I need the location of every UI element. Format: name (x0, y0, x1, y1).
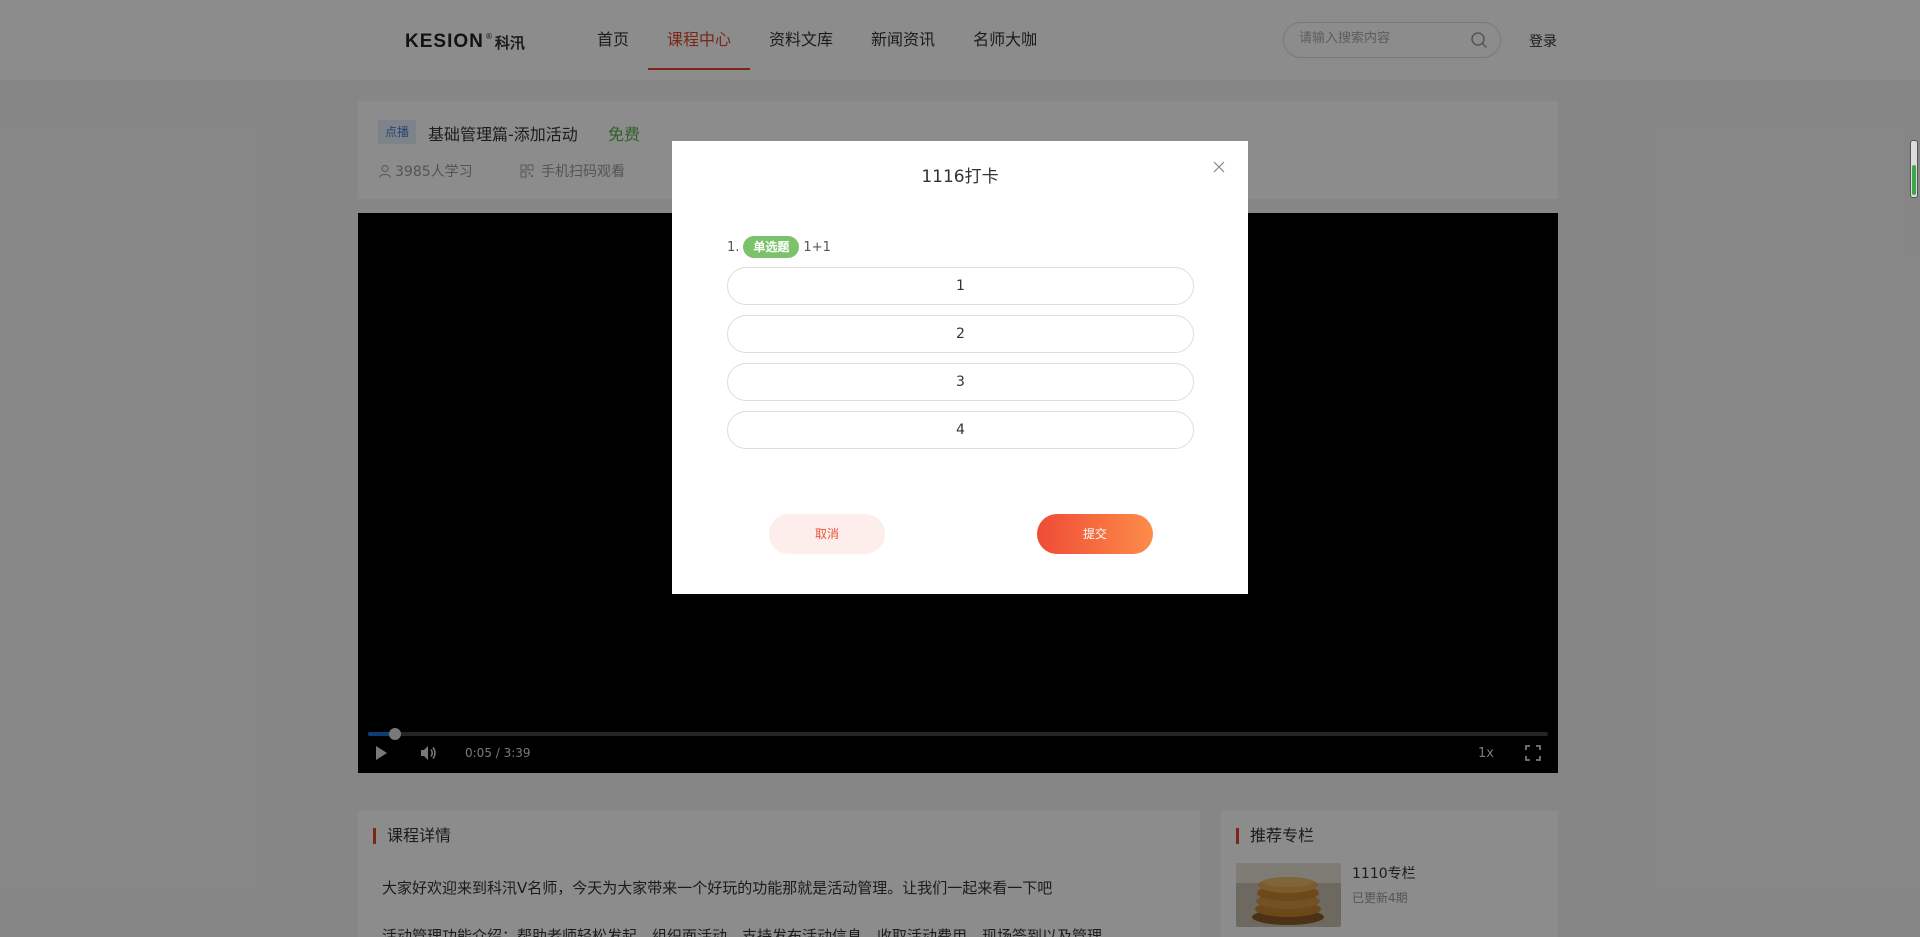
answer-option-4[interactable]: 4 (727, 411, 1194, 449)
modal-title: 1116打卡 (921, 167, 999, 187)
question-type-badge: 单选题 (743, 236, 800, 258)
submit-button[interactable]: 提交 (1037, 514, 1153, 554)
question-text: 1+1 (803, 239, 831, 255)
cancel-button[interactable]: 取消 (769, 514, 885, 554)
close-icon[interactable] (1212, 160, 1226, 174)
answer-option-2[interactable]: 2 (727, 315, 1194, 353)
page-scrollbar[interactable] (1910, 140, 1918, 198)
answer-option-3[interactable]: 3 (727, 363, 1194, 401)
question-line: 1. 单选题 1+1 (727, 236, 831, 258)
scrollbar-thumb[interactable] (1912, 165, 1916, 195)
checkin-quiz-modal: 1116打卡 1. 单选题 1+1 1 2 3 4 取消 提交 (672, 141, 1248, 594)
question-number: 1. (727, 239, 740, 255)
answer-option-1[interactable]: 1 (727, 267, 1194, 305)
